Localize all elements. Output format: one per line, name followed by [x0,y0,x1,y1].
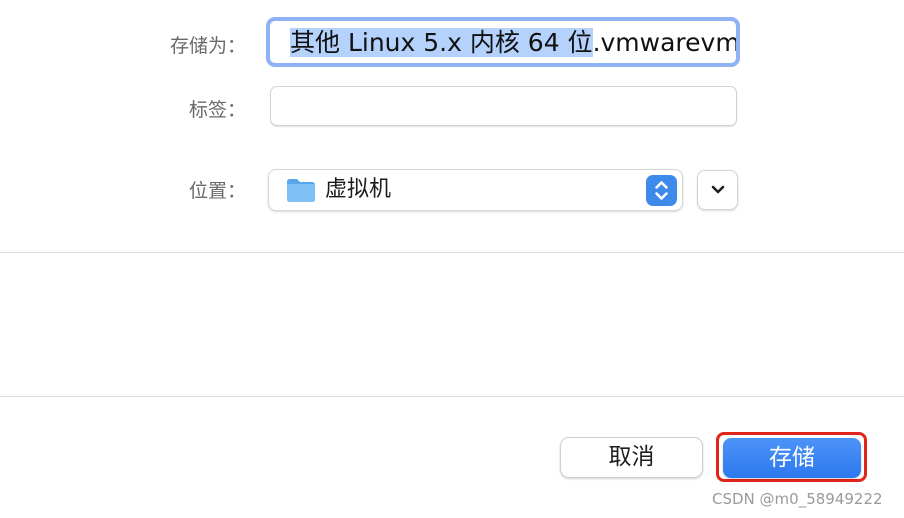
tags-input[interactable] [270,86,737,126]
save-dialog: 存储为： 其他 Linux 5.x 内核 64 位.vmwarevm 标签： 位… [0,0,904,518]
location-value: 虚拟机 [325,177,392,202]
where-label: 位置： [188,180,246,202]
selected-filename-text: 其他 Linux 5.x 内核 64 位 [290,28,593,57]
save-as-label: 存储为： [169,35,246,57]
save-button[interactable]: 存储 [723,438,861,478]
divider [0,396,904,397]
chevron-down-icon [711,185,725,194]
save-as-text: 其他 Linux 5.x 内核 64 位.vmwarevm [290,27,740,59]
location-popup-button[interactable]: 虚拟机 [268,169,683,211]
divider [0,252,904,253]
folder-icon [287,179,315,202]
up-down-chevron-icon [646,175,677,206]
cancel-button[interactable]: 取消 [560,437,703,478]
tags-label: 标签： [188,99,246,121]
save-as-input[interactable]: 其他 Linux 5.x 内核 64 位.vmwarevm [266,17,740,67]
watermark-text: CSDN @m0_58949222 [712,490,883,508]
expand-dialog-button[interactable] [697,170,738,210]
filename-extension-text: .vmwarevm [592,28,740,57]
